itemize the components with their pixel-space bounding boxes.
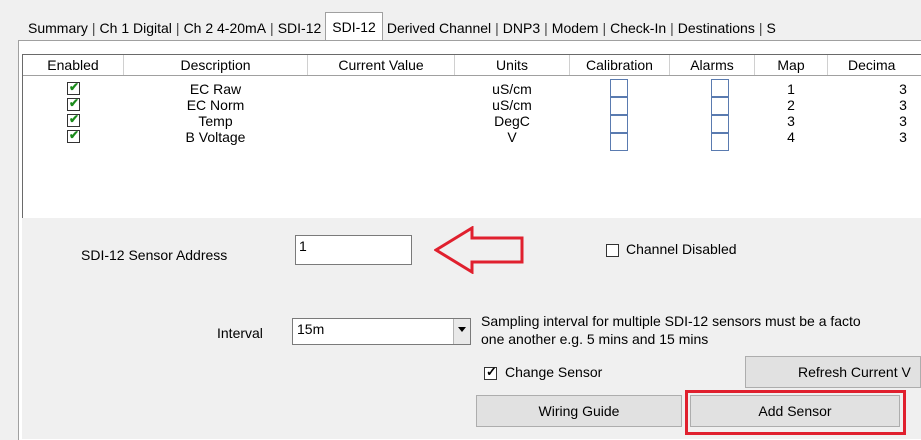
header-calibration[interactable]: Calibration xyxy=(570,55,670,75)
interval-selected-value: 15m xyxy=(297,321,325,337)
header-description[interactable]: Description xyxy=(124,55,308,75)
interval-label: Interval xyxy=(217,325,263,341)
units-cell: uS/cm xyxy=(492,81,532,97)
checkmark-icon: ✔ xyxy=(69,112,80,126)
enabled-checkbox[interactable]: ✔ xyxy=(67,112,80,127)
units-cell: DegC xyxy=(494,113,530,129)
tab-modem[interactable]: Modem xyxy=(548,16,603,40)
change-sensor-checkbox[interactable]: ✓ xyxy=(484,364,497,380)
decimals-cell: 3 xyxy=(899,113,907,129)
checkmark-icon: ✔ xyxy=(69,80,80,94)
wiring-guide-button[interactable]: Wiring Guide xyxy=(476,395,682,427)
description-cell: EC Raw xyxy=(189,81,242,97)
channel-disabled-checkbox[interactable] xyxy=(606,244,619,257)
header-alarms[interactable]: Alarms xyxy=(670,55,755,75)
units-cell: V xyxy=(507,129,517,145)
interval-note-line2: one another e.g. 5 mins and 15 mins xyxy=(481,331,709,347)
description-cell: B Voltage xyxy=(185,129,246,145)
map-cell: 2 xyxy=(787,97,795,113)
interval-select[interactable]: 15m xyxy=(292,318,471,345)
checkmark-icon: ✔ xyxy=(69,128,80,142)
enabled-checkbox[interactable]: ✔ xyxy=(67,80,80,95)
tab-summary[interactable]: Summary xyxy=(24,16,92,40)
units-cell: uS/cm xyxy=(492,97,532,113)
tab-destinations[interactable]: Destinations xyxy=(674,16,759,40)
tab-dnp3[interactable]: DNP3 xyxy=(499,16,544,40)
table-row[interactable]: ✔ EC Raw uS/cm 1 3 xyxy=(23,79,921,97)
header-decimals[interactable]: Decima xyxy=(828,55,921,75)
calibration-checkbox[interactable] xyxy=(610,79,628,97)
decimals-cell: 3 xyxy=(899,129,907,145)
current-value-cell xyxy=(308,81,454,97)
header-current-value[interactable]: Current Value xyxy=(308,55,455,75)
tab-ch1-digital[interactable]: Ch 1 Digital xyxy=(96,16,176,40)
interval-note-line1: Sampling interval for multiple SDI-12 se… xyxy=(481,313,861,329)
alarms-checkbox[interactable] xyxy=(711,133,729,151)
current-value-cell xyxy=(308,97,454,113)
header-units[interactable]: Units xyxy=(455,55,570,75)
calibration-checkbox[interactable] xyxy=(610,133,628,151)
tab-overflow[interactable]: S xyxy=(762,16,779,40)
decimals-cell: 3 xyxy=(899,81,907,97)
map-cell: 3 xyxy=(787,113,795,129)
header-enabled[interactable]: Enabled xyxy=(23,55,124,75)
tab-ch2-4-20ma[interactable]: Ch 2 4-20mA xyxy=(180,16,270,40)
map-cell: 4 xyxy=(787,129,795,145)
enabled-checkbox[interactable]: ✔ xyxy=(67,128,80,143)
change-sensor-label: Change Sensor xyxy=(505,364,603,380)
table-row[interactable]: ✔ EC Norm uS/cm 2 3 xyxy=(23,96,921,115)
arrow-left-icon xyxy=(434,226,524,274)
enabled-checkbox[interactable]: ✔ xyxy=(67,96,80,111)
checkmark-icon: ✔ xyxy=(69,96,80,110)
refresh-current-value-button[interactable]: Refresh Current V xyxy=(745,356,921,388)
map-cell: 1 xyxy=(787,81,795,97)
tab-sdi12-first[interactable]: SDI-12 xyxy=(274,16,326,40)
description-cell: EC Norm xyxy=(186,97,245,113)
checkmark-icon: ✓ xyxy=(486,364,497,379)
tab-sdi12-active[interactable]: SDI-12 xyxy=(325,12,383,40)
tab-check-in[interactable]: Check-In xyxy=(606,16,670,40)
channel-disabled-label: Channel Disabled xyxy=(626,241,737,257)
sensor-address-input[interactable]: 1 xyxy=(295,235,412,265)
alarms-checkbox[interactable] xyxy=(711,79,729,97)
grid-header: Enabled Description Current Value Units … xyxy=(23,55,921,76)
chevron-down-icon xyxy=(458,327,466,332)
decimals-cell: 3 xyxy=(899,97,907,113)
tab-derived-channel[interactable]: Derived Channel xyxy=(383,16,495,40)
description-cell: Temp xyxy=(198,113,233,129)
sensor-address-label: SDI-12 Sensor Address xyxy=(81,247,228,263)
current-value-cell xyxy=(308,113,454,129)
highlight-box xyxy=(685,390,906,435)
header-map[interactable]: Map xyxy=(755,55,828,75)
channel-grid: Enabled Description Current Value Units … xyxy=(22,54,921,220)
table-row[interactable]: ✔ Temp DegC 3 3 xyxy=(23,112,921,133)
table-row[interactable]: ✔ B Voltage V 4 3 xyxy=(23,128,921,151)
current-value-cell xyxy=(308,129,454,145)
dropdown-arrow[interactable] xyxy=(453,319,470,344)
tab-list: Summary | Ch 1 Digital | Ch 2 4-20mA | S… xyxy=(24,12,780,40)
